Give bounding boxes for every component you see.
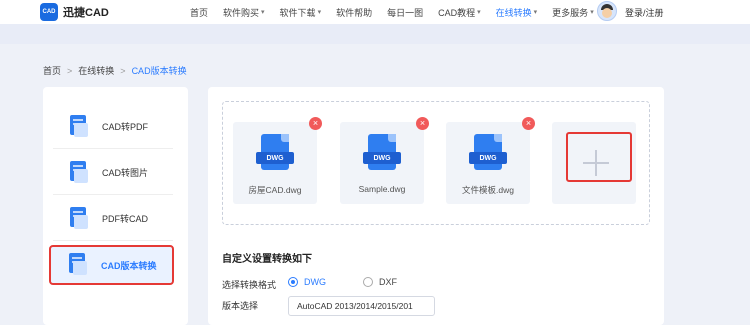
- nav-help[interactable]: 软件帮助: [336, 6, 372, 19]
- version-label: 版本选择: [222, 301, 259, 311]
- breadcrumb: 首页 > 在线转换 > CAD版本转换: [43, 64, 187, 77]
- brand-name: 迅捷CAD: [63, 7, 109, 19]
- sidebar-item-label: CAD转图片: [102, 168, 149, 178]
- main-nav: 首页 软件购买 ▾ 软件下载 ▾ 软件帮助 每日一图 CAD教程 ▾ 在线转换 ▾ 更多…: [190, 0, 609, 24]
- sidebar: CAD转PDF CAD转图片 PDF转CAD CAD版本转换: [43, 87, 188, 325]
- version-select[interactable]: AutoCAD 2013/2014/2015/201: [288, 296, 435, 316]
- file-type-badge: DWG: [363, 152, 401, 164]
- format-radio-dwg[interactable]: DWG: [288, 277, 326, 287]
- remove-file-icon[interactable]: ×: [416, 117, 429, 130]
- breadcrumb-current: CAD版本转换: [131, 66, 187, 76]
- file-name: Sample.dwg: [358, 184, 406, 194]
- file-card[interactable]: DWG 房屋CAD.dwg ×: [233, 117, 322, 204]
- cad-pdf-icon: [68, 114, 90, 139]
- chevron-down-icon: ▾: [477, 9, 481, 16]
- radio-icon: [288, 277, 298, 287]
- chevron-down-icon: ▾: [317, 9, 322, 16]
- nav-daily[interactable]: 每日一图: [387, 6, 423, 19]
- file-card[interactable]: DWG Sample.dwg ×: [340, 117, 429, 204]
- nav-home[interactable]: 首页: [190, 6, 208, 19]
- chevron-down-icon: ▾: [590, 9, 594, 16]
- chevron-down-icon: ▾: [261, 9, 265, 16]
- breadcrumb-section[interactable]: 在线转换: [78, 64, 114, 77]
- version-convert-icon: [67, 253, 89, 277]
- nav-online-convert[interactable]: 在线转换 ▾: [496, 6, 538, 19]
- remove-file-icon[interactable]: ×: [309, 117, 322, 130]
- file-name: 房屋CAD.dwg: [248, 185, 302, 195]
- login-link[interactable]: 登录/注册: [625, 6, 664, 19]
- format-radio-dxf[interactable]: DXF: [363, 277, 397, 287]
- settings-title: 自定义设置转换如下: [222, 254, 312, 265]
- cad-image-icon: [68, 160, 90, 185]
- pdf-cad-icon: [68, 206, 90, 231]
- top-nav-bar: CAD 迅捷CAD 首页 软件购买 ▾ 软件下载 ▾ 软件帮助 每日一图 CAD教程…: [0, 0, 750, 24]
- file-type-badge: DWG: [469, 152, 507, 164]
- file-name: 文件模板.dwg: [462, 185, 514, 195]
- header-band: [0, 24, 750, 44]
- sidebar-item-cad-to-image[interactable]: CAD转图片: [53, 151, 173, 195]
- file-type-badge: DWG: [256, 152, 294, 164]
- logo[interactable]: CAD 迅捷CAD: [40, 3, 109, 21]
- add-file-highlight: [566, 132, 632, 182]
- chevron-down-icon: ▾: [533, 9, 538, 16]
- breadcrumb-home[interactable]: 首页: [43, 64, 61, 77]
- sidebar-item-pdf-to-cad[interactable]: PDF转CAD: [53, 197, 173, 241]
- user-icon: [602, 8, 612, 18]
- sidebar-item-cad-to-pdf[interactable]: CAD转PDF: [53, 105, 173, 149]
- nav-download[interactable]: 软件下载 ▾: [280, 6, 322, 19]
- sidebar-item-label: PDF转CAD: [102, 214, 149, 224]
- format-label: 选择转换格式: [222, 280, 277, 290]
- sidebar-item-label: CAD转PDF: [102, 122, 149, 132]
- file-card[interactable]: DWG 文件模板.dwg ×: [446, 117, 535, 204]
- nav-buy[interactable]: 软件购买 ▾: [223, 6, 265, 19]
- avatar[interactable]: [597, 1, 617, 21]
- remove-file-icon[interactable]: ×: [522, 117, 535, 130]
- sidebar-item-label: CAD版本转换: [101, 260, 157, 271]
- chevron-right-icon: >: [120, 65, 126, 76]
- sidebar-item-cad-version-convert[interactable]: CAD版本转换: [49, 245, 174, 285]
- nav-more[interactable]: 更多服务 ▾: [552, 6, 594, 19]
- upload-dropzone[interactable]: DWG 房屋CAD.dwg × DWG Sample.dwg × DWG 文件模…: [222, 101, 650, 225]
- logo-icon: CAD: [40, 3, 58, 21]
- nav-tutorial[interactable]: CAD教程 ▾: [438, 6, 481, 19]
- converter-panel: DWG 房屋CAD.dwg × DWG Sample.dwg × DWG 文件模…: [208, 87, 664, 325]
- radio-icon: [363, 277, 373, 287]
- chevron-right-icon: >: [67, 65, 73, 76]
